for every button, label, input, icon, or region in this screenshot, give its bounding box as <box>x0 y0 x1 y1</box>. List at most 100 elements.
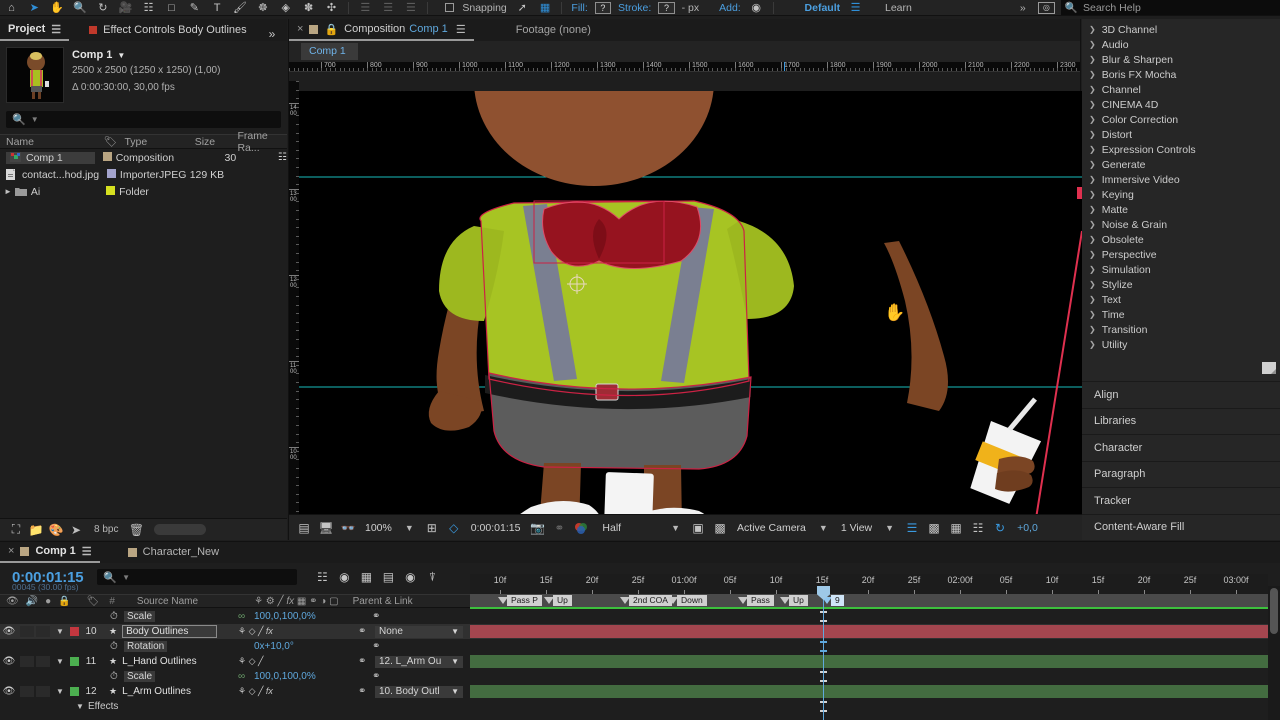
panel-menu-icon[interactable]: ☰ <box>82 545 92 558</box>
stroke-width[interactable]: - px <box>678 2 704 14</box>
effects-category-matte[interactable]: ❯ Matte <box>1082 202 1280 217</box>
views-value[interactable]: 1 View <box>835 522 878 534</box>
effects-category-channel[interactable]: ❯ Channel <box>1082 82 1280 97</box>
project-item-name[interactable]: Comp 1 ▼ <box>72 49 220 61</box>
timeline-marker[interactable]: Pass <box>738 594 774 607</box>
scrollbar-thumb[interactable] <box>1270 588 1278 634</box>
property-pickwhip-icon[interactable]: ⚭ <box>372 611 380 622</box>
camera-tool-icon[interactable]: 🎥 <box>114 0 137 16</box>
text-align-right-icon[interactable]: ☰ <box>400 0 423 16</box>
layer-name[interactable]: L_Arm Outlines <box>122 686 191 697</box>
parent-pickwhip-icon[interactable]: ⚭ <box>358 626 366 637</box>
chevron-right-icon[interactable]: ❯ <box>1089 145 1096 154</box>
property-value[interactable]: 0x+10,0° <box>254 641 294 652</box>
collapsed-panel-tracker[interactable]: Tracker <box>1082 487 1280 514</box>
timeline-icon[interactable]: ▦ <box>945 518 967 538</box>
learn-workspace[interactable]: Learn <box>881 2 916 14</box>
property-pickwhip-icon[interactable]: ⚭ <box>372 671 380 682</box>
timeline-ruler[interactable]: 10f 15f 20f 25f 01:00f 05f 10f 15f 20f 25f 02:00f 0… <box>470 574 1268 594</box>
resolution-chevron-down-icon[interactable]: ▼ <box>627 523 687 533</box>
chevron-down-icon[interactable]: ▼ <box>451 657 459 666</box>
timeline-track-row[interactable] <box>470 684 1268 699</box>
take-snapshot-icon[interactable]: 📷 <box>526 518 548 538</box>
tab-effect-controls[interactable]: Effect Controls Body Outlines <box>81 19 254 41</box>
tab-composition[interactable]: × 🔒 Composition Comp 1 ☰ <box>289 19 474 41</box>
roto-brush-icon[interactable]: ✽ <box>297 0 320 16</box>
pen-tool-icon[interactable]: ✎ <box>183 0 206 16</box>
lock-icon[interactable]: 🔒 <box>51 596 70 607</box>
type-tool-icon[interactable]: T <box>206 0 229 16</box>
composition-mini-flowchart-icon[interactable]: ☷ <box>311 567 333 587</box>
timeline-track-row[interactable] <box>470 609 1268 624</box>
column-name[interactable]: Name <box>0 136 98 148</box>
audio-toggle[interactable] <box>20 686 34 697</box>
parent-pickwhip-icon[interactable]: ⚭ <box>358 686 366 697</box>
layer-duration-bar[interactable] <box>470 625 1268 638</box>
layer-duration-bar[interactable] <box>470 655 1268 668</box>
text-align-left-icon[interactable]: ☰ <box>354 0 377 16</box>
timeline-track-row[interactable] <box>470 654 1268 669</box>
layer-label-color[interactable] <box>70 657 79 666</box>
lock-icon[interactable]: 🔒 <box>324 23 338 36</box>
timeline-marker[interactable]: Pass P <box>498 594 542 607</box>
parent-pickwhip-icon[interactable]: ⚭ <box>358 656 366 667</box>
property-value[interactable]: 100,0,100,0% <box>254 611 316 622</box>
hide-shy-layers-icon[interactable]: ▦ <box>355 567 377 587</box>
effects-category-noise-grain[interactable]: ❯ Noise & Grain <box>1082 217 1280 232</box>
effects-category-utility[interactable]: ❯ Utility <box>1082 337 1280 352</box>
effects-category-generate[interactable]: ❯ Generate <box>1082 157 1280 172</box>
panel-menu-icon[interactable]: ☰ <box>51 23 61 36</box>
timeline-track-area[interactable] <box>470 609 1268 720</box>
column-label-tag-icon[interactable]: 🏷 <box>98 135 119 148</box>
color-depth-label[interactable]: 8 bpc <box>86 524 126 535</box>
property-name[interactable]: Scale <box>124 611 156 622</box>
frame-blending-icon[interactable]: ▤ <box>377 567 399 587</box>
graph-editor-icon[interactable]: ⍒ <box>421 567 443 587</box>
selection-tool-icon[interactable]: ➤ <box>23 0 46 16</box>
effects-category-boris-fx-mocha[interactable]: ❯ Boris FX Mocha <box>1082 67 1280 82</box>
stopwatch-icon[interactable]: ⏱ <box>110 611 118 622</box>
collapsed-panel-align[interactable]: Align <box>1082 381 1280 408</box>
tab-project[interactable]: Project ☰ <box>0 19 70 41</box>
text-align-center-icon[interactable]: ☰ <box>377 0 400 16</box>
layer-label-color[interactable] <box>70 627 79 636</box>
chevron-down-icon[interactable]: ▼ <box>451 687 459 696</box>
chevron-right-icon[interactable]: ❯ <box>1089 115 1096 124</box>
chevron-right-icon[interactable]: ❯ <box>1089 160 1096 169</box>
sub-tab-comp1[interactable]: Comp 1 <box>301 43 358 60</box>
audio-toggle[interactable] <box>20 626 34 637</box>
chevron-right-icon[interactable]: ❯ <box>1089 40 1096 49</box>
chevron-right-icon[interactable]: ❯ <box>1089 340 1096 349</box>
chevron-right-icon[interactable]: ❯ <box>1089 25 1096 34</box>
audio-icon[interactable]: 🔊 <box>19 596 38 607</box>
chevron-down-icon[interactable]: ▼ <box>117 51 125 60</box>
parent-dropdown[interactable]: 10. Body Outl ▼ <box>375 685 463 698</box>
reset-exposure-icon[interactable]: ↻ <box>989 518 1011 538</box>
views-chevron-down-icon[interactable]: ▼ <box>878 523 901 533</box>
toggle-alpha-icon[interactable]: ▣ <box>687 518 709 538</box>
fast-previews-icon[interactable]: ▩ <box>923 518 945 538</box>
chevron-right-icon[interactable]: ❯ <box>1089 130 1096 139</box>
chevron-right-icon[interactable]: ❯ <box>1089 325 1096 334</box>
resolution-value[interactable]: Half <box>592 522 627 534</box>
timeline-search-input[interactable]: 🔍 ▼ <box>97 569 298 585</box>
column-source-name[interactable]: Source Name <box>115 596 198 607</box>
effects-category-blur-sharpen[interactable]: ❯ Blur & Sharpen <box>1082 52 1280 67</box>
tab-comp1-timeline[interactable]: × Comp 1 ☰ <box>0 541 100 563</box>
stopwatch-icon[interactable]: ⏱ <box>110 641 118 652</box>
channel-icon[interactable] <box>570 518 592 538</box>
effects-category-3d-channel[interactable]: ❯ 3D Channel <box>1082 22 1280 37</box>
chevron-right-icon[interactable]: ❯ <box>1089 100 1096 109</box>
collapsed-panel-paragraph[interactable]: Paragraph <box>1082 460 1280 487</box>
effects-category-expression-controls[interactable]: ❯ Expression Controls <box>1082 142 1280 157</box>
new-folder-icon[interactable]: 📁 <box>26 522 46 538</box>
project-tabs-overflow[interactable]: » <box>269 27 276 41</box>
effects-category-color-correction[interactable]: ❯ Color Correction <box>1082 112 1280 127</box>
brush-tool-icon[interactable]: 🖌 <box>229 0 252 16</box>
proportional-grid-icon[interactable]: ◇ <box>443 518 465 538</box>
chevron-down-icon[interactable]: ▼ <box>54 687 66 696</box>
comp-flowchart-icon[interactable]: ☷ <box>967 518 989 538</box>
tab-footage[interactable]: Footage (none) <box>508 24 599 36</box>
effects-category-stylize[interactable]: ❯ Stylize <box>1082 277 1280 292</box>
close-icon[interactable]: × <box>8 545 14 557</box>
